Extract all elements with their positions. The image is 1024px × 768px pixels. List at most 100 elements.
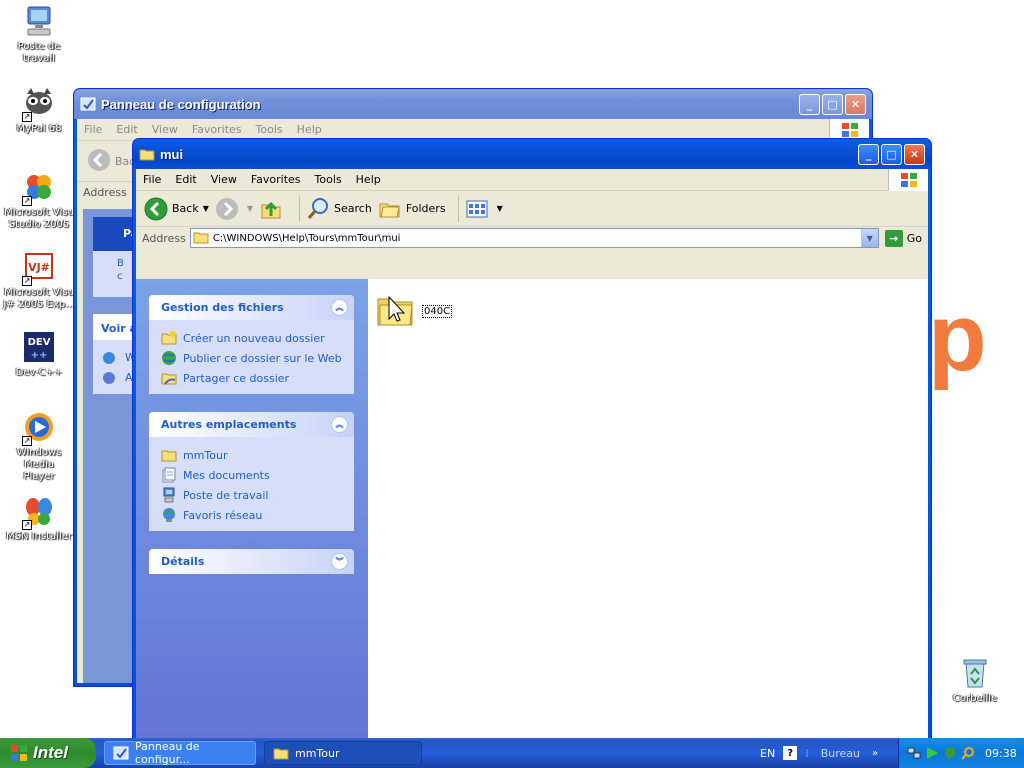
desktop-icon-dev-cpp[interactable]: DEV ++ Dev-C++ (1, 330, 77, 379)
address-label: Address (142, 231, 186, 245)
cp-menu-tools[interactable]: Tools (249, 123, 290, 136)
back-button[interactable]: Back ▼ (144, 197, 209, 221)
views-dropdown-icon[interactable]: ▼ (497, 204, 503, 213)
dev-cpp-icon: DEV ++ (22, 330, 56, 364)
place-network[interactable]: Favoris réseau (161, 505, 354, 525)
cp-menu-view[interactable]: View (145, 123, 185, 136)
cp-item-b[interactable]: B (117, 258, 124, 269)
media-play-tray-icon[interactable] (925, 746, 939, 760)
mui-menubar: File Edit View Favorites Tools Help (136, 169, 928, 191)
taskbar-item-control-panel[interactable]: Panneau de configur... (104, 740, 256, 766)
views-icon (465, 197, 489, 221)
msn-butterfly-icon: ↗ (22, 494, 56, 530)
documents-icon (161, 467, 177, 483)
desktop-icon-visual-studio[interactable]: ↗ Microsoft Visu Studio 2005 (1, 170, 77, 231)
address-value: C:\WINDOWS\Help\Tours\mmTour\mui (212, 232, 401, 244)
address-bar: Address C:\WINDOWS\Help\Tours\mmTour\mui… (136, 227, 928, 249)
visual-studio-icon: ↗ (22, 170, 56, 206)
place-my-computer[interactable]: Poste de travail (161, 485, 354, 505)
task-share-folder[interactable]: Partager ce dossier (161, 368, 354, 388)
network-tray-icon[interactable] (907, 746, 921, 760)
cp-menu-edit[interactable]: Edit (109, 123, 144, 136)
up-folder-button[interactable] (259, 197, 287, 221)
shield-tray-icon[interactable] (943, 746, 957, 760)
search-icon (306, 197, 330, 221)
control-panel-icon (80, 96, 96, 112)
desktop-icon-vj-sharp[interactable]: VJ# ↗ Microsoft Visu J# 2005 Exp... (1, 250, 77, 311)
desktop-icon-mypal[interactable]: ↗ MyPal 68 (1, 86, 77, 135)
file-list-view[interactable]: 040C (368, 279, 928, 738)
cp-menu-favorites[interactable]: Favorites (185, 123, 249, 136)
menu-tools[interactable]: Tools (308, 173, 349, 186)
address-input[interactable]: C:\WINDOWS\Help\Tours\mmTour\mui ▼ (189, 228, 879, 248)
mui-window-title: mui (160, 146, 184, 162)
menu-help[interactable]: Help (349, 173, 388, 186)
menu-view[interactable]: View (204, 173, 244, 186)
cp-menu-help[interactable]: Help (290, 123, 329, 136)
menu-favorites[interactable]: Favorites (244, 173, 308, 186)
collapse-chevron-icon[interactable]: ︽ (331, 299, 348, 316)
new-folder-icon (161, 330, 177, 346)
vj-sharp-icon: VJ# ↗ (22, 250, 56, 286)
control-panel-minimize-button[interactable]: _ (799, 93, 820, 115)
mui-explorer-window[interactable]: mui _ □ ✕ File Edit View Favorites Tools… (132, 138, 932, 739)
mui-titlebar[interactable]: mui _ □ ✕ (133, 139, 931, 169)
details-panel: Détails ︾ (149, 549, 354, 574)
cp-back-icon[interactable] (87, 148, 111, 175)
views-button[interactable]: ▼ (465, 197, 503, 221)
expand-chevron-icon[interactable]: ︾ (331, 553, 348, 570)
search-tray-icon[interactable] (961, 746, 975, 760)
search-label: Search (334, 202, 372, 215)
taskbar-item-mmtour[interactable]: mmTour (264, 741, 422, 765)
computer-icon (161, 487, 177, 503)
language-indicator[interactable]: EN (760, 747, 775, 760)
task-new-folder[interactable]: Créer un nouveau dossier (161, 328, 354, 348)
place-mmtour[interactable]: mmTour (161, 445, 354, 465)
search-button[interactable]: Search (306, 197, 372, 221)
control-panel-titlebar[interactable]: Panneau de configuration _ □ ✕ (74, 89, 872, 119)
address-dropdown-icon[interactable]: ▼ (860, 229, 878, 247)
desktop-icon-recycle-bin[interactable]: Corbeille (937, 656, 1013, 705)
task-publish-web[interactable]: Publier ce dossier sur le Web (161, 348, 354, 368)
desktop-toolbar-label[interactable]: Bureau (821, 747, 860, 760)
collapse-chevron-icon[interactable]: ︽ (331, 416, 348, 433)
details-header[interactable]: Détails ︾ (149, 549, 354, 574)
svg-text:++: ++ (31, 350, 48, 361)
other-places-header[interactable]: Autres emplacements ︽ (149, 412, 354, 437)
control-panel-title: Panneau de configuration (101, 96, 261, 112)
task-pane: Gestion des fichiers ︽ Créer un nouveau … (136, 279, 368, 738)
taskbar-toolbars: EN ? ⁞ Bureau » (760, 738, 878, 768)
taskbar: Intel Panneau de configur... mmTour EN ?… (0, 738, 1024, 768)
file-tasks-header[interactable]: Gestion des fichiers ︽ (149, 295, 354, 320)
cp-item-c[interactable]: c (117, 271, 123, 282)
start-label: Intel (33, 743, 68, 762)
mui-close-button[interactable]: ✕ (904, 143, 925, 165)
help-icon[interactable]: ? (783, 746, 798, 760)
go-label: Go (906, 231, 922, 245)
svg-text:DEV: DEV (28, 337, 51, 348)
control-panel-maximize-button[interactable]: □ (822, 93, 843, 115)
menu-file[interactable]: File (136, 173, 168, 186)
help-icon (103, 372, 115, 384)
mui-minimize-button[interactable]: _ (858, 143, 879, 165)
network-icon (161, 507, 177, 523)
desktop-icon-computer[interactable]: Poste de travail (1, 4, 77, 65)
cp-menu-file[interactable]: File (77, 123, 109, 136)
control-panel-close-button[interactable]: ✕ (845, 93, 866, 115)
file-tasks-panel: Gestion des fichiers ︽ Créer un nouveau … (149, 295, 354, 394)
menu-edit[interactable]: Edit (168, 173, 203, 186)
go-arrow-icon: → (884, 229, 903, 247)
toolbar-chevron[interactable]: » (872, 748, 878, 759)
start-button[interactable]: Intel (0, 738, 96, 768)
place-my-documents[interactable]: Mes documents (161, 465, 354, 485)
desktop-icon-msn[interactable]: ↗ MSN Installer (1, 494, 77, 543)
back-dropdown-icon[interactable]: ▼ (203, 204, 209, 213)
forward-button[interactable]: ▼ (215, 197, 253, 221)
folder-item[interactable]: 040C (376, 291, 453, 332)
folders-button[interactable]: Folders (378, 197, 446, 221)
go-button[interactable]: → Go (879, 229, 928, 247)
mui-maximize-button[interactable]: □ (881, 143, 902, 165)
folders-icon (378, 197, 402, 221)
forward-dropdown-icon[interactable]: ▼ (247, 204, 253, 213)
desktop-icon-media-player[interactable]: ↗ Windows Media Player (1, 410, 77, 483)
